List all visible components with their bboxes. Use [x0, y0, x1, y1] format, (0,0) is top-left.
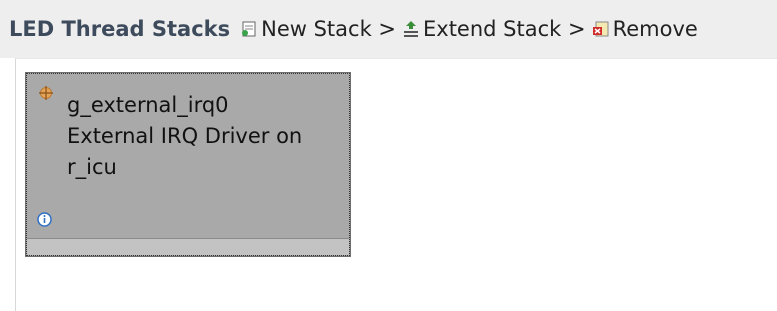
new-stack-icon	[242, 21, 256, 37]
extend-stack-button[interactable]: Extend Stack >	[402, 17, 586, 41]
remove-icon	[592, 21, 609, 37]
module-description: External IRQ Driver on	[67, 124, 303, 148]
module-name: g_external_irq0	[67, 93, 229, 117]
new-stack-label: New Stack >	[261, 17, 396, 41]
new-stack-button[interactable]: New Stack >	[240, 17, 396, 41]
stack-canvas[interactable]: g_external_irq0 External IRQ Driver on r…	[15, 58, 777, 311]
module-driver: r_icu	[67, 155, 117, 179]
crosshair-icon	[39, 86, 53, 100]
module-block[interactable]: g_external_irq0 External IRQ Driver on r…	[26, 73, 350, 256]
module-text: g_external_irq0 External IRQ Driver on r…	[67, 90, 302, 183]
info-icon[interactable]	[37, 212, 52, 227]
remove-button[interactable]: Remove	[592, 17, 698, 41]
page-title: LED Thread Stacks	[9, 17, 231, 41]
remove-label: Remove	[612, 17, 698, 41]
module-footer	[27, 238, 349, 255]
extend-stack-label: Extend Stack >	[423, 17, 586, 41]
toolbar: LED Thread Stacks New Stack > Extend Sta…	[0, 0, 777, 58]
extend-stack-icon	[404, 21, 418, 37]
